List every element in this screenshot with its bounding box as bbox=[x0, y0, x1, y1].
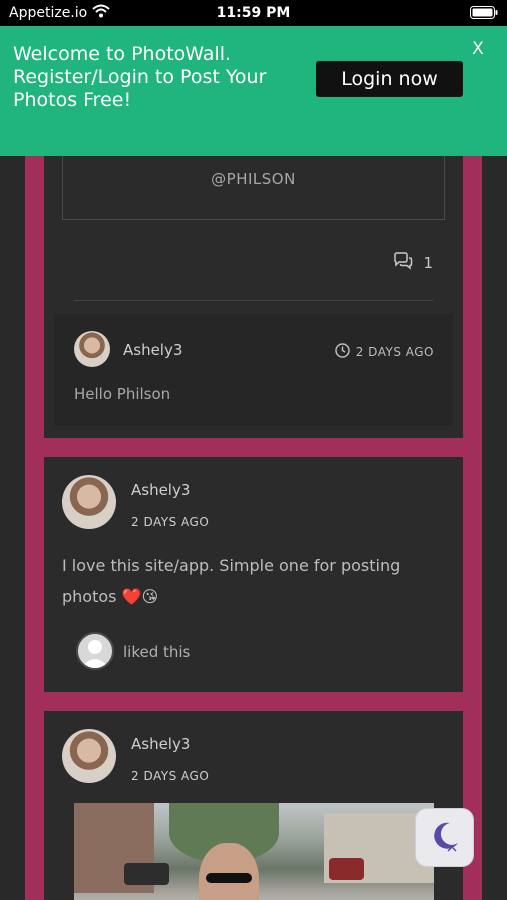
close-banner-button[interactable]: X bbox=[469, 39, 487, 59]
post-content-box: @PHILSON bbox=[62, 156, 445, 220]
avatar[interactable] bbox=[62, 475, 116, 529]
comment-count-button[interactable]: 1 bbox=[393, 252, 433, 274]
feed[interactable]: @PHILSON 1 Ashely3 2 DAYS AGO Hello Phil… bbox=[0, 156, 507, 900]
post-username[interactable]: Ashely3 bbox=[131, 481, 190, 499]
post-time: 2 DAYS AGO bbox=[131, 515, 210, 529]
post-separator bbox=[25, 438, 482, 457]
user-silhouette-icon bbox=[81, 640, 109, 668]
post-photo[interactable] bbox=[74, 803, 434, 900]
moon-icon bbox=[428, 819, 462, 857]
battery-icon bbox=[470, 6, 498, 23]
post-frame-right bbox=[463, 711, 482, 900]
banner-message: Welcome to PhotoWall. Register/Login to … bbox=[13, 43, 267, 111]
login-now-button[interactable]: Login now bbox=[316, 61, 463, 97]
post-frame-left bbox=[25, 457, 44, 692]
user-tag[interactable]: @PHILSON bbox=[63, 170, 444, 188]
post-separator bbox=[25, 692, 482, 711]
clock: 11:59 PM bbox=[216, 5, 291, 21]
post-card: Ashely3 2 DAYS AGO bbox=[44, 711, 463, 900]
liked-this-text: liked this bbox=[123, 643, 191, 661]
photo-sunglasses bbox=[206, 873, 252, 883]
heart-emoji: ❤️ bbox=[121, 587, 142, 606]
divider bbox=[74, 300, 433, 301]
post-text-body: I love this site/app. Simple one for pos… bbox=[62, 556, 401, 606]
photo-car bbox=[124, 863, 169, 885]
post-time: 2 DAYS AGO bbox=[131, 769, 210, 783]
comment-time-text: 2 DAYS AGO bbox=[355, 345, 434, 359]
avatar[interactable] bbox=[62, 729, 116, 783]
post-card: Ashely3 2 DAYS AGO I love this site/app.… bbox=[44, 457, 463, 692]
kiss-emoji: 😘 bbox=[141, 587, 159, 606]
comment-username[interactable]: Ashely3 bbox=[123, 341, 182, 359]
post-frame-left bbox=[25, 711, 44, 900]
photo-car bbox=[329, 858, 364, 880]
status-bar: Appetize.io 11:59 PM bbox=[0, 0, 507, 26]
liker-avatar[interactable] bbox=[76, 632, 114, 670]
clock-icon bbox=[334, 343, 350, 361]
comment-time: 2 DAYS AGO bbox=[334, 343, 434, 361]
comments-icon bbox=[393, 252, 413, 274]
comment-count: 1 bbox=[423, 254, 433, 272]
avatar[interactable] bbox=[74, 331, 110, 367]
post-frame-right bbox=[463, 457, 482, 692]
post-username[interactable]: Ashely3 bbox=[131, 735, 190, 753]
comment-text: Hello Philson bbox=[74, 385, 171, 403]
comment-item: Ashely3 2 DAYS AGO Hello Philson bbox=[54, 314, 453, 426]
post-text: I love this site/app. Simple one for pos… bbox=[62, 550, 442, 612]
photo-person bbox=[199, 843, 259, 900]
welcome-banner: Welcome to PhotoWall. Register/Login to … bbox=[0, 26, 507, 156]
post-card: @PHILSON 1 Ashely3 2 DAYS AGO Hello Phil… bbox=[44, 156, 463, 438]
night-mode-button[interactable] bbox=[415, 808, 474, 867]
